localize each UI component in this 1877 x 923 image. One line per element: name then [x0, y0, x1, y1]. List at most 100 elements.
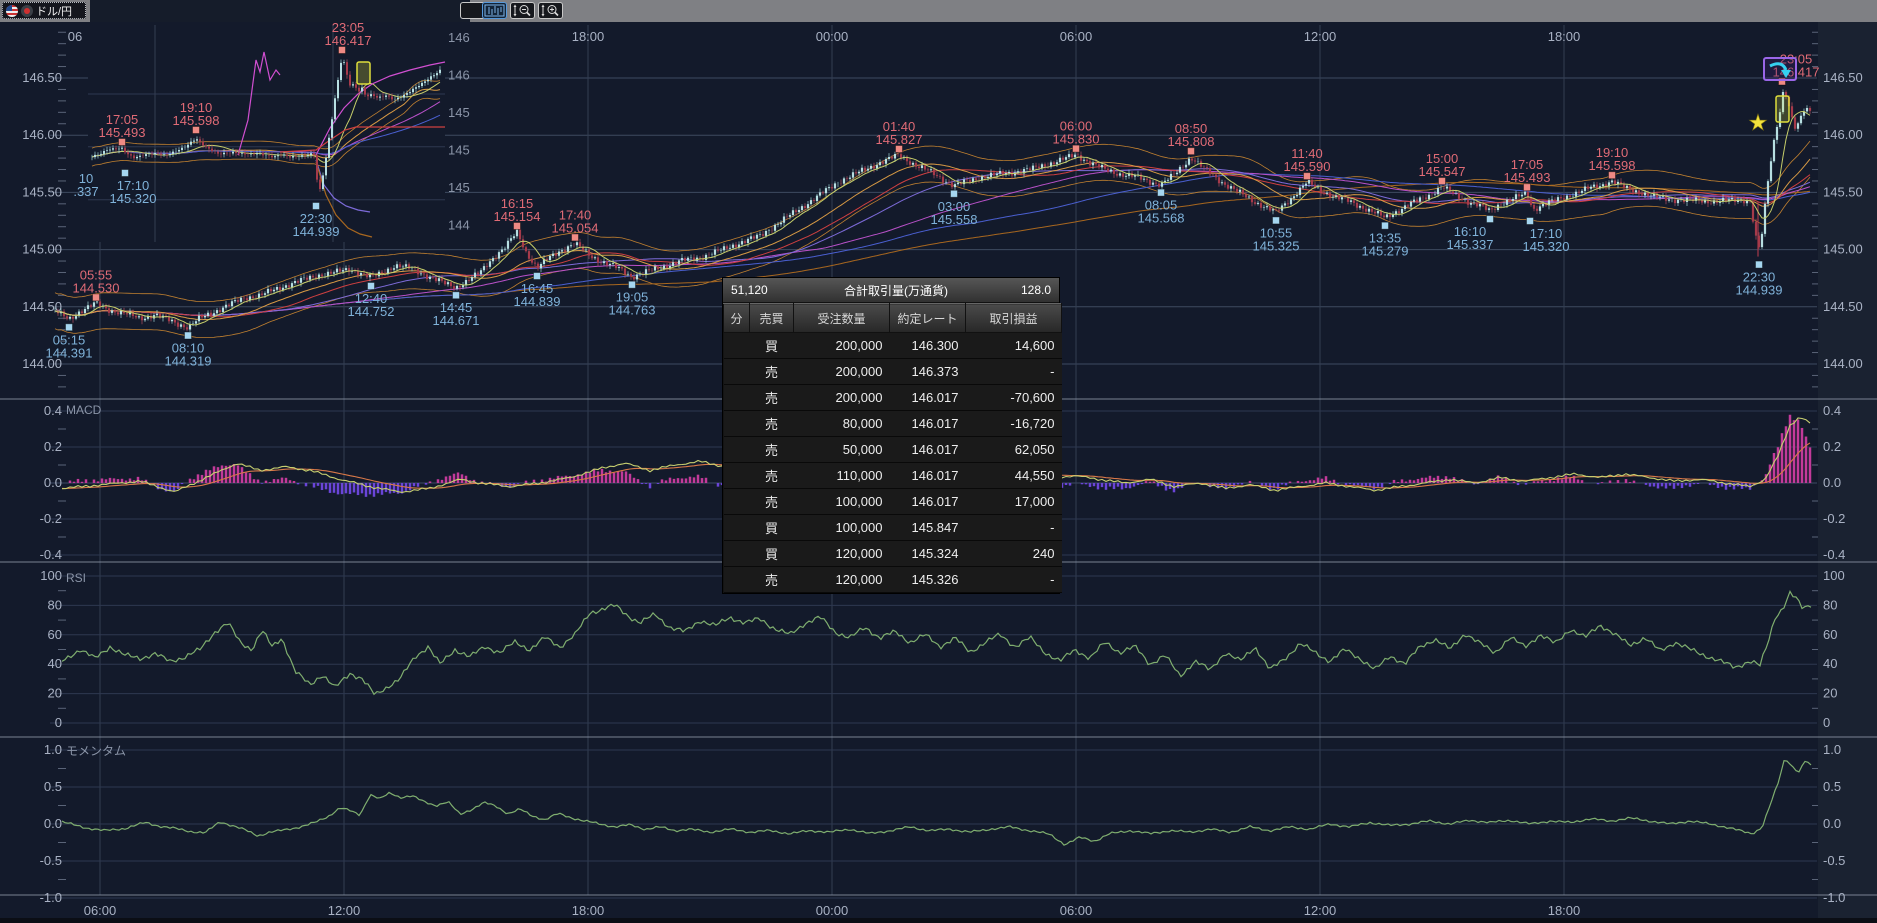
trade-row[interactable]: 売80,000146.017-16,720	[724, 411, 1062, 437]
trade-table-header: 分 売買 受注数量 約定レート 取引損益	[724, 304, 1062, 333]
rate-cell: 146.017	[890, 437, 966, 463]
trade-table: 分 売買 受注数量 約定レート 取引損益 買200,000146.30014,6…	[723, 303, 1062, 593]
momentum-axis-label: 0.0	[1823, 816, 1841, 831]
trade-row[interactable]: 売120,000145.326-	[724, 567, 1062, 593]
inset-annotation-low-marker	[122, 170, 129, 177]
inset-axis-label: 144	[448, 218, 470, 233]
price-annotation-low-price: 145.325	[1253, 238, 1300, 253]
minute-cell	[724, 489, 750, 515]
trade-row[interactable]: 買120,000145.324240	[724, 541, 1062, 567]
price-annotation-low-marker	[629, 281, 636, 288]
price-annotation-low-marker	[368, 282, 375, 289]
price-annotation-low-marker	[951, 190, 958, 197]
rate-cell: 146.373	[890, 359, 966, 385]
trade-table-body: 買200,000146.30014,600売200,000146.373-売20…	[724, 333, 1062, 593]
price-annotation-low-price: 144.671	[433, 313, 480, 328]
quantity-cell: 50,000	[794, 437, 890, 463]
momentum-axis-label: 1.0	[1823, 742, 1841, 757]
rsi-axis-label: 20	[48, 686, 62, 701]
momentum-line	[62, 761, 1811, 845]
pnl-cell: -70,600	[966, 385, 1062, 411]
bottom-time-label: 18:00	[572, 903, 605, 918]
quantity-cell: 200,000	[794, 385, 890, 411]
top-time-label: 18:00	[1548, 29, 1581, 44]
col-quantity[interactable]: 受注数量	[794, 304, 890, 333]
macd-axis-label: -0.4	[40, 547, 62, 562]
trade-row[interactable]: 売200,000146.017-70,600	[724, 385, 1062, 411]
price-axis-label-right: 146.00	[1823, 127, 1863, 142]
trade-row[interactable]: 売100,000146.01717,000	[724, 489, 1062, 515]
price-axis-label-right: 145.50	[1823, 184, 1863, 199]
inset-annotation-high-price: 145.598	[173, 113, 220, 128]
price-annotation-low-price: 144.763	[609, 303, 656, 318]
minute-cell	[724, 385, 750, 411]
price-annotation-low-price: 144.319	[165, 354, 212, 369]
col-minute[interactable]: 分	[724, 304, 750, 333]
momentum-axis-label: 0.0	[44, 816, 62, 831]
price-annotation-low-price: 145.558	[931, 212, 978, 227]
price-annotation-high-price: 145.054	[552, 220, 599, 235]
side-cell: 買	[750, 515, 794, 541]
inset-axis-label: 145	[448, 180, 470, 195]
trade-row[interactable]: 買100,000145.847-	[724, 515, 1062, 541]
minute-cell	[724, 437, 750, 463]
quantity-cell: 80,000	[794, 411, 890, 437]
momentum-axis-label: -1.0	[40, 890, 62, 905]
macd-axis-label: 0.0	[44, 475, 62, 490]
rsi-axis-label: 20	[1823, 686, 1837, 701]
price-annotation-low-price: 144.752	[348, 304, 395, 319]
price-annotation-low-marker	[185, 332, 192, 339]
price-axis-label-left: 145.50	[22, 184, 62, 199]
bottom-time-label: 12:00	[328, 903, 361, 918]
price-annotation-low-marker	[453, 292, 460, 299]
price-axis-label-right: 146.50	[1823, 70, 1863, 85]
price-annotation-high-price: 145.808	[1168, 134, 1215, 149]
minute-cell	[724, 359, 750, 385]
inset-annotation-low-price: 145.320	[110, 191, 157, 206]
inset-annotation-high-price: 145.493	[99, 125, 146, 140]
price-annotation-high-price: 145.827	[876, 132, 923, 147]
price-annotation-low-marker	[1487, 216, 1494, 223]
col-pnl[interactable]: 取引損益	[966, 304, 1062, 333]
minute-cell	[724, 463, 750, 489]
rsi-axis-label: 40	[1823, 656, 1837, 671]
bottom-strip	[0, 918, 1877, 923]
price-annotation-low-marker	[1382, 222, 1389, 229]
bottom-time-label: 12:00	[1304, 903, 1337, 918]
total-volume-right: 128.0	[991, 283, 1059, 297]
col-side[interactable]: 売買	[750, 304, 794, 333]
alert-arrow-box	[1764, 58, 1796, 80]
macd-axis-label: -0.4	[1823, 547, 1845, 562]
rsi-axis-label: 0	[1823, 715, 1830, 730]
star-marker-icon: ★	[1748, 110, 1768, 135]
pnl-cell: 240	[966, 541, 1062, 567]
inset-highlight-box	[357, 62, 370, 84]
side-cell: 売	[750, 385, 794, 411]
price-axis-label-left: 146.00	[22, 127, 62, 142]
price-annotation-low-marker	[1527, 217, 1534, 224]
trade-row[interactable]: 売110,000146.01744,550	[724, 463, 1062, 489]
side-cell: 買	[750, 333, 794, 359]
price-annotation-high-price: 145.493	[1504, 170, 1551, 185]
rate-cell: 146.300	[890, 333, 966, 359]
trade-row[interactable]: 買200,000146.30014,600	[724, 333, 1062, 359]
price-annotation-low-price: 144.939	[1736, 283, 1783, 298]
price-annotation-low-price: 144.839	[514, 294, 561, 309]
bottom-time-label: 06:00	[84, 903, 117, 918]
trade-history-panel: 51,120 合計取引量(万通貨) 128.0 分 売買 受注数量 約定レート …	[722, 277, 1060, 594]
rate-cell: 146.017	[890, 463, 966, 489]
side-cell: 売	[750, 489, 794, 515]
rate-cell: 146.017	[890, 411, 966, 437]
price-annotation-high-price: 145.547	[1419, 164, 1466, 179]
col-rate[interactable]: 約定レート	[890, 304, 966, 333]
top-time-label: 12:00	[1304, 29, 1337, 44]
pnl-cell: -	[966, 567, 1062, 593]
total-volume-value: 51,120	[723, 283, 801, 297]
trade-row[interactable]: 売200,000146.373-	[724, 359, 1062, 385]
pnl-cell: -	[966, 359, 1062, 385]
trade-row[interactable]: 売50,000146.01762,050	[724, 437, 1062, 463]
momentum-axis-label: -0.5	[1823, 853, 1845, 868]
price-annotation-low-price: 145.320	[1523, 239, 1570, 254]
top-time-label-clipped: 06	[68, 29, 82, 44]
price-annotation-low-marker	[1158, 189, 1165, 196]
